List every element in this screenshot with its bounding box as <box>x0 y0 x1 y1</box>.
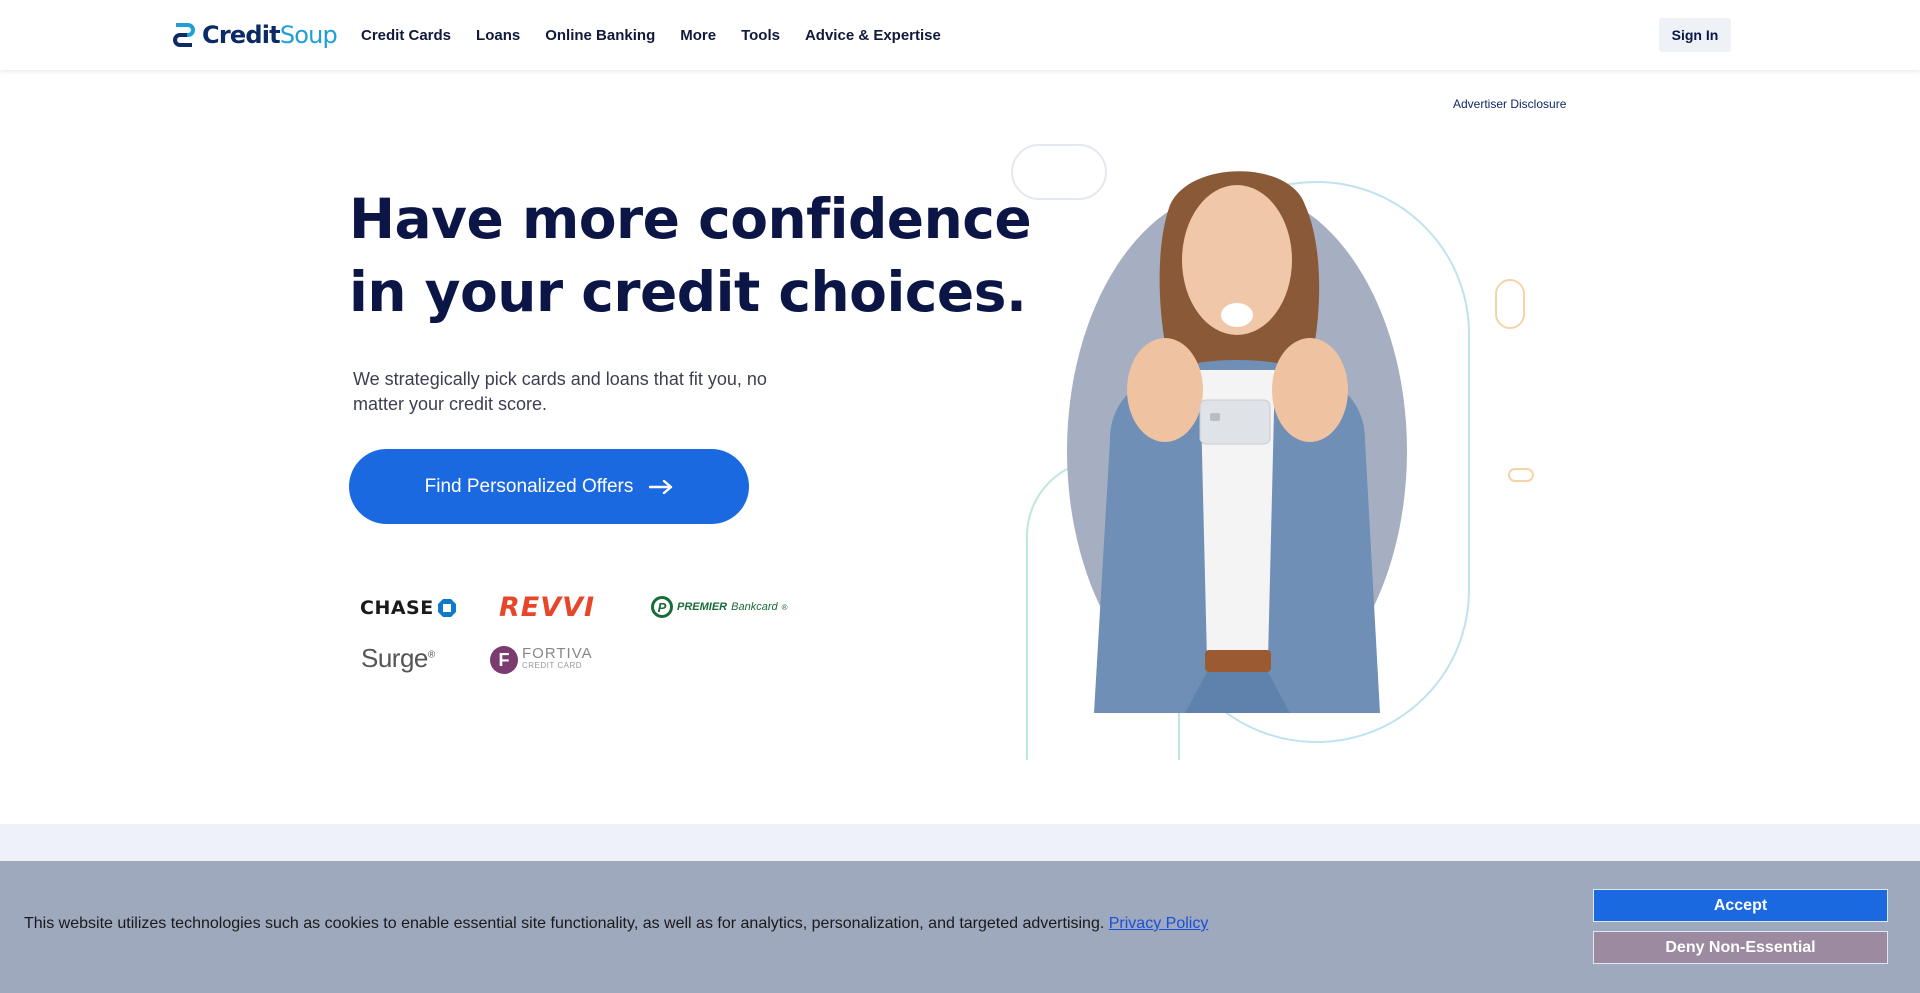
surge-logo: Surge® <box>361 643 435 673</box>
site-header: CreditSoup Credit Cards Loans Online Ban… <box>0 0 1920 70</box>
hero-woman-holding-card-image <box>1011 144 1534 760</box>
creditsoup-logo[interactable]: CreditSoup <box>172 20 338 50</box>
logo-text: CreditSoup <box>202 21 338 49</box>
premier-p-icon: P <box>651 596 673 618</box>
privacy-policy-link[interactable]: Privacy Policy <box>1109 915 1209 932</box>
nav-more[interactable]: More <box>680 27 716 44</box>
chase-octagon-icon <box>437 599 456 617</box>
headline-line-2: in your credit choices. <box>349 260 1027 324</box>
fortiva-logo: F FORTIVA CREDIT CARD <box>490 646 593 674</box>
hero-headline: Have more confidence in your credit choi… <box>349 183 1032 329</box>
decor-pill-orange-small <box>1508 468 1534 482</box>
find-offers-button[interactable]: Find Personalized Offers <box>349 449 749 524</box>
decor-pill-orange <box>1495 279 1525 329</box>
main-nav: Credit Cards Loans Online Banking More T… <box>361 0 941 70</box>
arrow-right-icon <box>649 479 673 494</box>
cookie-banner: This website utilizes technologies such … <box>0 861 1920 993</box>
premier-bankcard-logo: P PREMIER Bankcard ® <box>651 596 788 618</box>
cta-label: Find Personalized Offers <box>424 475 634 497</box>
headline-line-1: Have more confidence <box>349 187 1032 251</box>
cookie-text: This website utilizes technologies such … <box>24 915 1209 932</box>
nav-tools[interactable]: Tools <box>741 27 780 44</box>
nav-advice-expertise[interactable]: Advice & Expertise <box>805 27 941 44</box>
revvi-logo: REVVI <box>499 592 596 623</box>
sign-in-button[interactable]: Sign In <box>1659 18 1731 52</box>
accept-cookies-button[interactable]: Accept <box>1593 889 1888 922</box>
nav-credit-cards[interactable]: Credit Cards <box>361 27 451 44</box>
advertiser-disclosure-link[interactable]: Advertiser Disclosure <box>1453 97 1566 111</box>
decor-pill-gray <box>1011 144 1107 200</box>
chase-logo: CHASE <box>360 597 456 619</box>
nav-online-banking[interactable]: Online Banking <box>545 27 655 44</box>
hero-subtext: We strategically pick cards and loans th… <box>353 369 767 414</box>
logo-mark-icon <box>173 23 195 47</box>
fortiva-f-icon: F <box>490 646 518 674</box>
deny-non-essential-button[interactable]: Deny Non-Essential <box>1593 931 1888 964</box>
nav-loans[interactable]: Loans <box>476 27 520 44</box>
